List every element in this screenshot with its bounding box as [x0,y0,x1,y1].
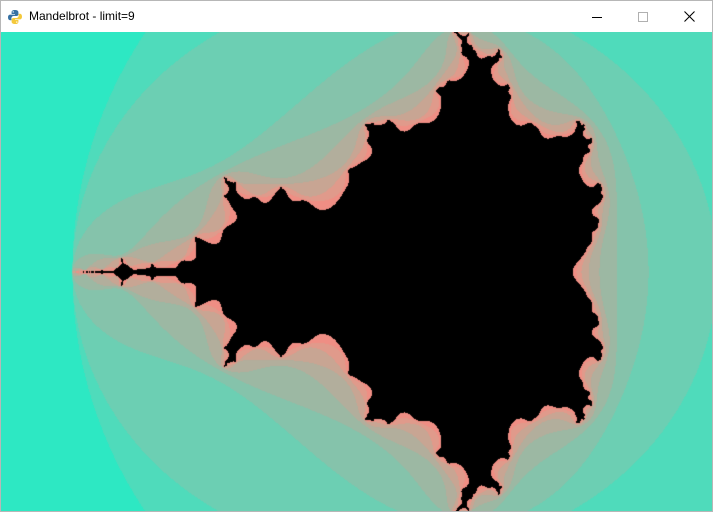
window-controls [574,1,712,32]
maximize-button[interactable] [620,1,666,32]
mandelbrot-canvas[interactable] [1,32,712,511]
fractal-canvas-area[interactable] [1,32,712,511]
close-button[interactable] [666,1,712,32]
maximize-icon [638,11,648,22]
minimize-button[interactable] [574,1,620,32]
app-window: Mandelbrot - limit=9 [0,0,713,512]
minimize-icon [592,16,602,18]
close-icon [683,11,695,22]
python-icon [8,9,22,24]
title-bar[interactable]: Mandelbrot - limit=9 [1,1,712,32]
window-title: Mandelbrot - limit=9 [29,9,135,23]
